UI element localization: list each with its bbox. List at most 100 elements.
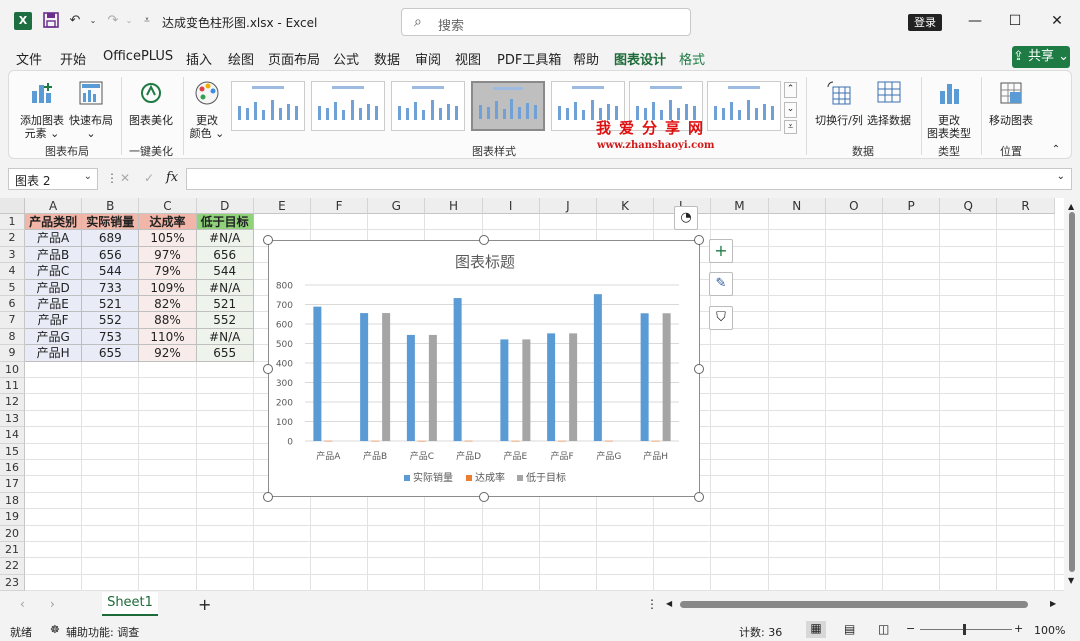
column-header-O[interactable]: O [825,198,883,214]
tab-insert[interactable]: 插入 [186,49,212,68]
chart-style-thumbnail[interactable] [311,81,385,131]
sheet-tab-sheet1[interactable]: Sheet1 [102,592,158,616]
tab-split-handle-icon[interactable]: ⋮ [646,597,658,611]
column-header-N[interactable]: N [768,198,826,214]
data-cell[interactable]: 109% [139,279,197,296]
resize-handle[interactable] [263,492,273,502]
chart-style-thumbnail[interactable] [231,81,305,131]
minimize-icon[interactable]: — [960,10,990,32]
save-icon[interactable] [42,12,60,30]
data-cell[interactable]: 92% [139,345,197,362]
tab-draw[interactable]: 绘图 [228,49,254,68]
column-header-D[interactable]: D [196,198,254,214]
column-header-B[interactable]: B [82,198,140,214]
column-header-H[interactable]: H [425,198,483,214]
data-cell[interactable]: 105% [139,230,197,247]
data-cell[interactable]: 产品C [25,263,83,280]
column-header-Q[interactable]: Q [940,198,998,214]
data-cell[interactable]: 79% [139,263,197,280]
confirm-icon[interactable]: ✓ [144,171,154,185]
vertical-scrollbar[interactable]: ▲ ▼ [1064,198,1080,591]
row-header-14[interactable]: 14 [0,427,25,444]
data-cell[interactable]: 88% [139,312,197,329]
zoom-in-icon[interactable]: + [1014,622,1023,635]
close-icon[interactable]: ✕ [1042,10,1072,32]
row-header-23[interactable]: 23 [0,574,25,591]
change-colors-button[interactable]: 更改 颜色 ⌄ [187,79,227,140]
data-cell[interactable]: 产品D [25,279,83,296]
redo-dropdown-icon[interactable]: ⌄ [120,12,138,30]
chart-beautify-button[interactable]: 图表美化 [127,79,175,127]
resize-handle[interactable] [479,492,489,502]
row-header-15[interactable]: 15 [0,443,25,460]
formula-input[interactable]: ⌄ [186,168,1072,190]
resize-handle[interactable] [479,235,489,245]
resize-handle[interactable] [694,235,704,245]
change-chart-type-button[interactable]: 更改 图表类型 [925,79,973,140]
scroll-up-icon[interactable]: ▲ [1068,202,1074,211]
data-cell[interactable]: 655 [196,345,254,362]
data-cell[interactable]: #N/A [196,328,254,346]
column-header-F[interactable]: F [311,198,369,214]
zoom-slider[interactable] [920,629,1012,630]
select-all-corner[interactable] [0,198,25,214]
column-header-E[interactable]: E [253,198,311,214]
data-cell[interactable]: 655 [82,345,140,362]
tab-format[interactable]: 格式 [679,49,705,68]
data-cell[interactable]: 产品G [25,328,83,346]
quick-analysis-icon[interactable]: ◔ [674,206,698,230]
page-break-view-icon[interactable]: ◫ [878,622,889,636]
tab-pdf-toolbox[interactable]: PDF工具箱 [497,49,561,68]
data-cell[interactable]: 689 [82,230,140,247]
chart-style-thumbnail[interactable] [391,81,465,131]
column-header-G[interactable]: G [368,198,426,214]
row-header-8[interactable]: 8 [0,328,25,346]
row-header-16[interactable]: 16 [0,460,25,477]
select-data-button[interactable]: 选择数据 [865,79,913,127]
name-box[interactable]: 图表 2 ⌄ [8,168,98,190]
data-cell[interactable]: 110% [139,328,197,346]
scroll-prev-sheet-icon[interactable]: ‹ [20,597,25,611]
styles-scroll-up-icon[interactable]: ⌃ [784,82,797,98]
vertical-scroll-thumb[interactable] [1069,212,1075,572]
data-cell[interactable]: 753 [82,328,140,346]
row-header-21[interactable]: 21 [0,542,25,559]
tab-formulas[interactable]: 公式 [333,49,359,68]
scroll-down-icon[interactable]: ▼ [1068,576,1074,585]
normal-view-icon[interactable]: ▦ [806,621,826,638]
tab-file[interactable]: 文件 [16,49,42,68]
data-cell[interactable]: 552 [196,312,254,329]
data-cell[interactable]: 733 [82,279,140,296]
row-header-4[interactable]: 4 [0,263,25,280]
data-cell[interactable]: 97% [139,246,197,264]
tab-chart-design[interactable]: 图表设计 [614,49,667,72]
row-header-18[interactable]: 18 [0,492,25,510]
undo-icon[interactable]: ↶ [66,12,84,30]
page-layout-view-icon[interactable]: ▤ [844,622,855,636]
row-header-17[interactable]: 17 [0,476,25,493]
accessibility-status[interactable]: 辅助功能: 调查 [66,624,139,640]
row-header-22[interactable]: 22 [0,558,25,575]
column-header-M[interactable]: M [711,198,769,214]
row-header-13[interactable]: 13 [0,410,25,428]
tab-officeplus[interactable]: OfficePLUS [103,49,173,64]
column-header-P[interactable]: P [883,198,941,214]
data-cell[interactable]: 产品B [25,246,83,264]
resize-handle[interactable] [694,492,704,502]
data-cell[interactable]: #N/A [196,230,254,247]
row-header-11[interactable]: 11 [0,378,25,395]
switch-row-column-button[interactable]: 切换行/列 [813,79,865,127]
collapse-ribbon-icon[interactable]: ⌃ [1049,143,1063,156]
move-chart-button[interactable]: 移动图表 [987,79,1035,127]
scroll-left-icon[interactable]: ◀ [666,599,672,608]
customize-qat-icon[interactable]: ⩡ [138,12,156,30]
resize-handle[interactable] [694,364,704,374]
add-sheet-icon[interactable]: + [198,595,211,614]
expand-formula-icon[interactable]: ⌄ [1057,171,1065,182]
header-cell[interactable]: 低于目标 [196,214,254,231]
zoom-out-icon[interactable]: − [906,622,915,635]
horizontal-scroll-thumb[interactable] [680,601,1028,608]
styles-more-icon[interactable]: ⩡ [784,120,797,134]
row-header-1[interactable]: 1 [0,214,25,231]
data-cell[interactable]: 544 [196,263,254,280]
